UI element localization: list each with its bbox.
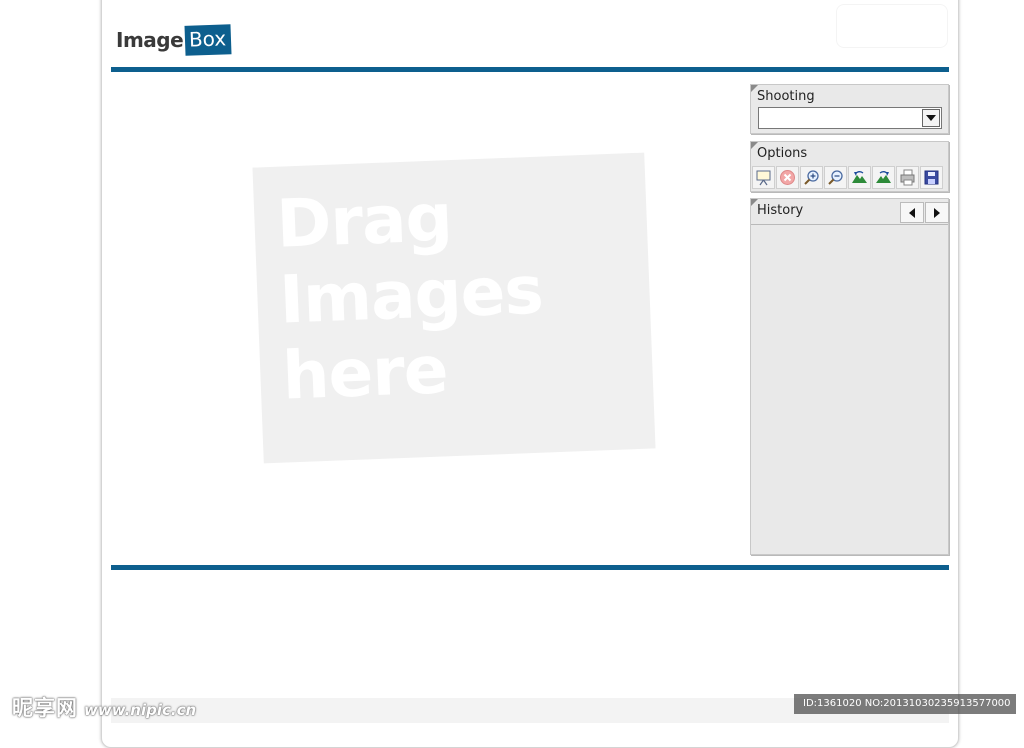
save-button[interactable] (920, 166, 943, 189)
zoom-in-button[interactable] (800, 166, 823, 189)
options-toolbar (752, 166, 943, 189)
print-button[interactable] (896, 166, 919, 189)
history-header: History (751, 199, 949, 225)
zoom-in-icon (804, 170, 819, 185)
header-placeholder (836, 4, 948, 48)
history-panel: History (750, 198, 949, 555)
save-icon (924, 170, 939, 185)
shooting-panel: Shooting (750, 84, 949, 134)
watermark-site-name: 昵享网 (12, 696, 78, 720)
arrow-left-icon (909, 207, 915, 218)
delete-icon (780, 170, 795, 185)
rotate-left-button[interactable] (848, 166, 871, 189)
delete-button[interactable] (776, 166, 799, 189)
logo-text-image: Image (116, 28, 184, 52)
slideshow-icon (756, 170, 771, 186)
dropdown-button[interactable] (922, 109, 940, 127)
logo-text-box: Box (184, 24, 232, 56)
rotate-left-icon (852, 171, 867, 183)
options-title: Options (757, 146, 808, 161)
rotate-right-icon (876, 171, 891, 183)
watermark-url: www.nipic.cn (84, 701, 197, 719)
slideshow-button[interactable] (752, 166, 775, 189)
drop-zone-label: Drag Images here (275, 179, 545, 415)
zoom-out-icon (828, 170, 843, 185)
history-title: History (757, 203, 804, 218)
chevron-down-icon (926, 115, 936, 121)
footer-divider (111, 565, 949, 570)
options-panel: Options (750, 141, 949, 192)
arrow-right-icon (934, 207, 940, 218)
app-logo: Image Box (116, 24, 232, 56)
shooting-title: Shooting (757, 89, 815, 104)
watermark-left: 昵享网 www.nipic.cn (12, 692, 196, 720)
shooting-select[interactable] (758, 107, 942, 129)
history-prev-button[interactable] (900, 202, 924, 223)
rotate-right-button[interactable] (872, 166, 895, 189)
print-icon (900, 169, 915, 186)
header-divider (111, 67, 949, 72)
watermark-id: ID:1361020 NO:20131030235913577000 (794, 694, 1016, 714)
zoom-out-button[interactable] (824, 166, 847, 189)
history-next-button[interactable] (925, 202, 949, 223)
image-drop-zone[interactable]: Drag Images here (252, 152, 656, 464)
